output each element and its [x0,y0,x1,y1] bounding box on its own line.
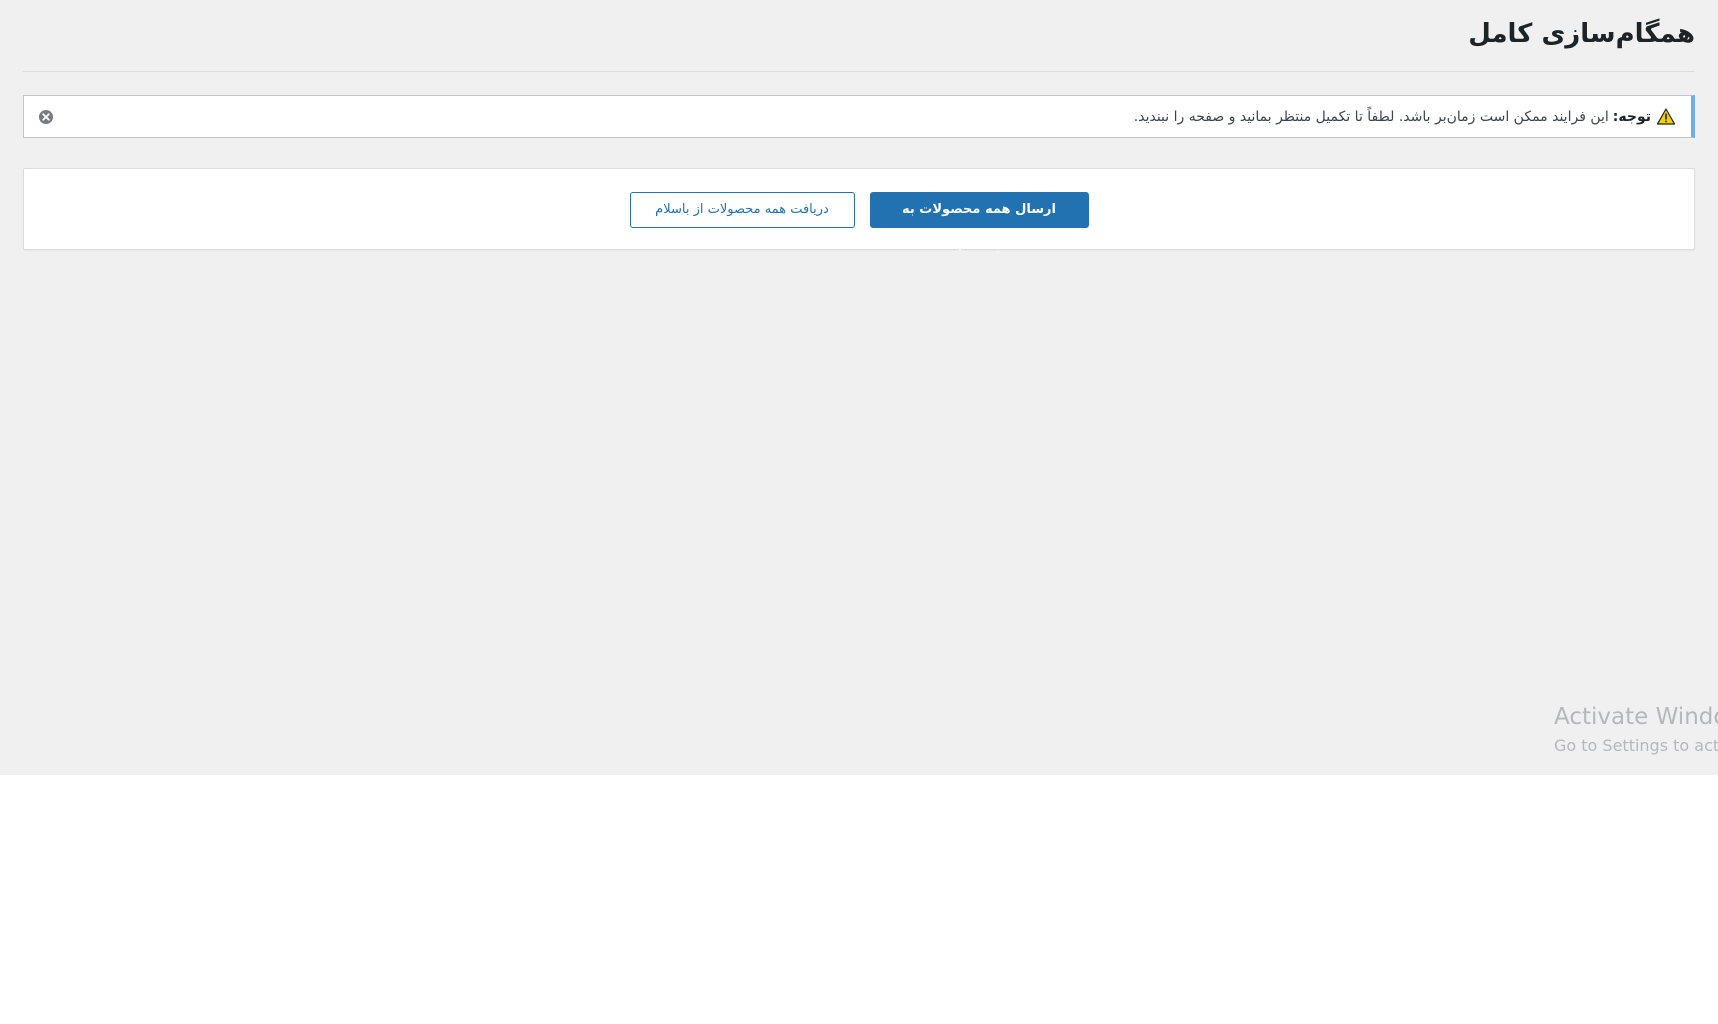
title-divider [23,71,1695,72]
send-all-products-button[interactable]: ارسال همه محصولات به باسلام [869,192,1089,251]
dismiss-notice-button[interactable] [38,109,54,125]
activate-windows-watermark: Activate Windows Go to Settings to activ… [1554,700,1718,758]
admin-content-area: همگام‌سازی کامل توجه: این فرایند ممکن اس… [0,0,1718,775]
watermark-subtitle: Go to Settings to activate Windows. [1554,736,1718,755]
page-title: همگام‌سازی کامل [1468,19,1695,49]
watermark-title: Activate Windows [1554,704,1718,730]
notice-label: توجه: [1612,108,1651,125]
receive-all-products-button[interactable]: دریافت همه محصولات از باسلام [629,192,855,228]
sync-actions-card: ارسال همه محصولات به باسلام دریافت همه م… [23,168,1695,251]
notice-banner: توجه: این فرایند ممکن است زمان‌بر باشد. … [23,95,1695,138]
close-circle-icon [38,109,54,128]
warning-icon [1657,108,1675,125]
sync-button-row: ارسال همه محصولات به باسلام دریافت همه م… [24,192,1694,251]
notice-message: این فرایند ممکن است زمان‌بر باشد. لطفاً … [1133,108,1609,125]
